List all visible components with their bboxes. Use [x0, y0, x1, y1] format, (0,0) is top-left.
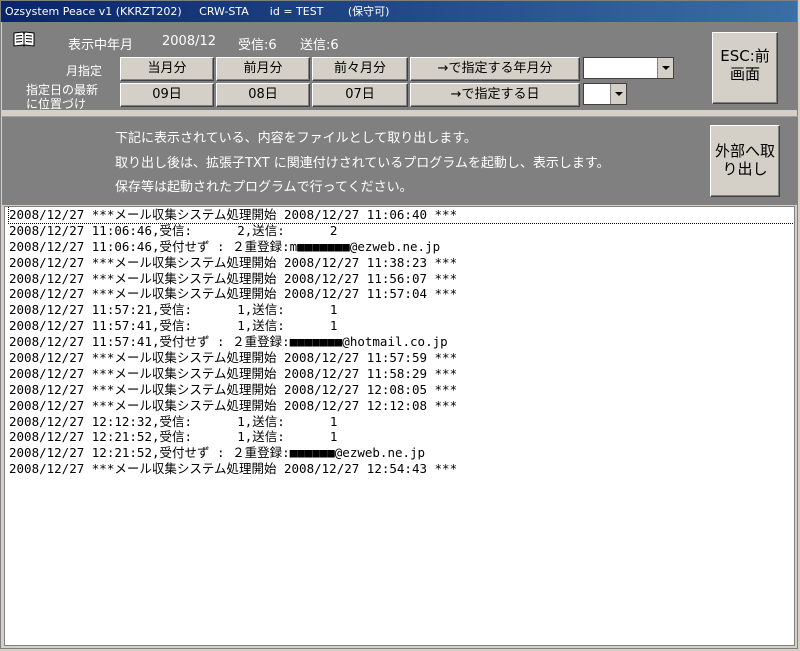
date-selection-panel: 表示中年月 2008/12 受信:6 送信:6 月指定 当月分 前月分 前々月分… [2, 22, 798, 111]
log-list[interactable]: 2008/12/27 ***メール収集システム処理開始 2008/12/27 1… [4, 206, 795, 646]
log-line[interactable]: 2008/12/27 12:12:32,受信: 1,送信: 1 [9, 414, 794, 430]
specify-day-button[interactable]: →で指定する日 [410, 83, 580, 107]
log-line[interactable]: 2008/12/27 12:21:52,受付せず : ２重登録:■■■■■■@e… [9, 445, 794, 461]
log-line[interactable]: 2008/12/27 ***メール収集システム処理開始 2008/12/27 1… [9, 366, 794, 382]
month-combo[interactable] [583, 57, 674, 79]
day-position-label-2: に位置づけ [26, 97, 87, 111]
export-panel: 下記に表示されている、内容をファイルとして取り出します。 取り出し後は、拡張子T… [2, 116, 798, 205]
log-line[interactable]: 2008/12/27 ***メール収集システム処理開始 2008/12/27 1… [8, 207, 794, 224]
specify-month-button[interactable]: →で指定する年月分 [410, 57, 580, 81]
log-line[interactable]: 2008/12/27 11:57:41,受信: 1,送信: 1 [9, 318, 794, 334]
log-line[interactable]: 2008/12/27 ***メール収集システム処理開始 2008/12/27 1… [9, 398, 794, 414]
received-count: 受信:6 [238, 38, 277, 53]
export-button[interactable]: 外部へ取り出し [710, 125, 780, 197]
log-line[interactable]: 2008/12/27 11:06:46,受付せず : ２重登録:m■■■■■■■… [9, 239, 794, 255]
this-month-button[interactable]: 当月分 [120, 57, 214, 81]
chevron-down-icon[interactable] [610, 84, 626, 104]
two-months-ago-button[interactable]: 前々月分 [312, 57, 408, 81]
log-line[interactable]: 2008/12/27 11:06:46,受信: 2,送信: 2 [9, 223, 794, 239]
log-line[interactable]: 2008/12/27 ***メール収集システム処理開始 2008/12/27 1… [9, 271, 794, 287]
log-line[interactable]: 2008/12/27 12:21:52,受信: 1,送信: 1 [9, 429, 794, 445]
log-line[interactable]: 2008/12/27 ***メール収集システム処理開始 2008/12/27 1… [9, 286, 794, 302]
month-select-label: 月指定 [66, 64, 103, 78]
day-08-button[interactable]: 08日 [216, 83, 310, 107]
sent-count: 送信:6 [300, 38, 339, 53]
log-line[interactable]: 2008/12/27 ***メール収集システム処理開始 2008/12/27 1… [9, 461, 794, 477]
esc-back-button[interactable]: ESC:前画面 [712, 32, 778, 104]
export-description-3: 保存等は起動されたプログラムで行ってください。 [115, 180, 413, 195]
export-description-1: 下記に表示されている、内容をファイルとして取り出します。 [115, 131, 477, 146]
log-line[interactable]: 2008/12/27 11:57:41,受付せず : ２重登録:■■■■■■■@… [9, 334, 794, 350]
log-line[interactable]: 2008/12/27 ***メール収集システム処理開始 2008/12/27 1… [9, 255, 794, 271]
app-window: Ozsystem Peace v1 (KKRZT202) CRW-STA id … [0, 0, 798, 649]
last-month-button[interactable]: 前月分 [216, 57, 310, 81]
day-combo[interactable] [583, 83, 627, 105]
day-09-button[interactable]: 09日 [120, 83, 214, 107]
book-icon [13, 31, 35, 47]
log-line[interactable]: 2008/12/27 ***メール収集システム処理開始 2008/12/27 1… [9, 382, 794, 398]
year-month-value: 2008/12 [162, 34, 217, 49]
export-description-2: 取り出し後は、拡張子TXT に関連付けされているプログラムを起動し、表示します。 [115, 156, 610, 171]
day-07-button[interactable]: 07日 [312, 83, 408, 107]
log-line[interactable]: 2008/12/27 ***メール収集システム処理開始 2008/12/27 1… [9, 350, 794, 366]
log-line[interactable]: 2008/12/27 11:57:21,受信: 1,送信: 1 [9, 302, 794, 318]
title-bar: Ozsystem Peace v1 (KKRZT202) CRW-STA id … [1, 1, 797, 22]
display-label: 表示中年月 [68, 38, 134, 53]
chevron-down-icon[interactable] [657, 58, 673, 78]
